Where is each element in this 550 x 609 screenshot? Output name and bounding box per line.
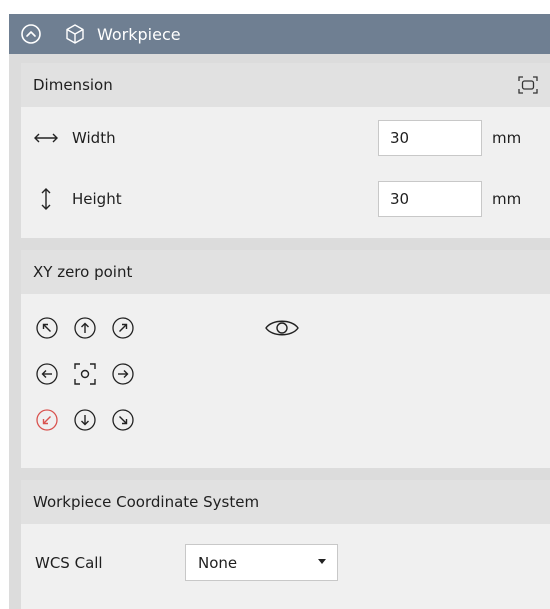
arrow-down-right-icon[interactable] [111, 408, 135, 432]
height-input[interactable] [378, 181, 482, 217]
wcs-header: Workpiece Coordinate System [21, 480, 550, 524]
width-row: Width mm [21, 118, 550, 158]
horizontal-arrows-icon [33, 126, 59, 150]
arrow-right-icon[interactable] [111, 362, 135, 386]
panel-title: Workpiece [97, 24, 181, 44]
dimension-title: Dimension [33, 76, 113, 94]
vertical-arrows-icon [33, 187, 59, 211]
wcs-call-value: None [198, 553, 238, 572]
xy-zero-header: XY zero point [21, 250, 550, 294]
width-input[interactable] [378, 120, 482, 156]
height-row: Height mm [21, 179, 550, 219]
height-unit: mm [492, 190, 522, 208]
arrow-up-left-icon[interactable] [35, 316, 59, 340]
collapse-icon[interactable] [19, 22, 43, 46]
xy-zero-section: XY zero point [21, 250, 550, 468]
arrow-down-icon[interactable] [73, 408, 97, 432]
xy-zero-title: XY zero point [33, 263, 133, 281]
arrow-up-icon[interactable] [73, 316, 97, 340]
center-target-icon[interactable] [73, 362, 97, 386]
wcs-call-select[interactable]: None [185, 544, 338, 581]
wcs-title: Workpiece Coordinate System [33, 493, 260, 511]
cube-icon [63, 22, 87, 46]
panel-body: Dimension Width 30 mm Height 30 mm XY ze… [9, 54, 550, 609]
dimension-section: Dimension Width 30 mm Height 30 mm [21, 63, 550, 238]
top-strip [0, 0, 550, 14]
height-label: Height [72, 190, 122, 208]
arrow-up-right-icon[interactable] [111, 316, 135, 340]
wcs-section: Workpiece Coordinate System WCS Call Non… [21, 480, 550, 609]
arrow-down-left-icon[interactable] [35, 408, 59, 432]
arrow-left-icon[interactable] [35, 362, 59, 386]
width-unit: mm [492, 129, 522, 147]
fit-to-view-icon[interactable] [516, 73, 540, 97]
wcs-call-label: WCS Call [35, 554, 103, 572]
workpiece-panel: Workpiece Dimension Width 30 mm Height 3… [0, 0, 550, 609]
width-label: Width [72, 129, 116, 147]
dimension-header: Dimension [21, 63, 550, 107]
chevron-down-icon [318, 559, 326, 564]
eye-icon[interactable] [264, 316, 300, 340]
panel-header[interactable]: Workpiece [9, 14, 550, 54]
